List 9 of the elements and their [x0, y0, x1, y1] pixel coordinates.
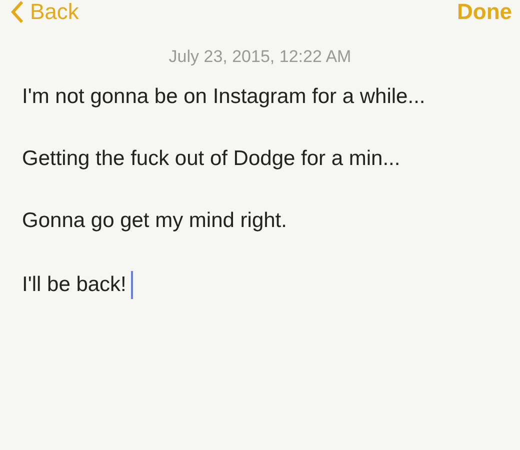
text-cursor	[131, 271, 134, 299]
done-button[interactable]: Done	[457, 0, 512, 25]
note-text: Gonna go get my mind right.	[22, 209, 287, 233]
note-text: I'll be back!	[22, 273, 126, 297]
note-date: July 23, 2015, 12:22 AM	[168, 47, 352, 67]
chevron-left-icon	[10, 0, 24, 24]
note-text: I'm not gonna be on Instagram for a while...	[22, 85, 426, 109]
note-text: Getting the fuck out of Dodge for a min...	[22, 147, 400, 171]
back-button[interactable]: Back	[10, 0, 79, 25]
